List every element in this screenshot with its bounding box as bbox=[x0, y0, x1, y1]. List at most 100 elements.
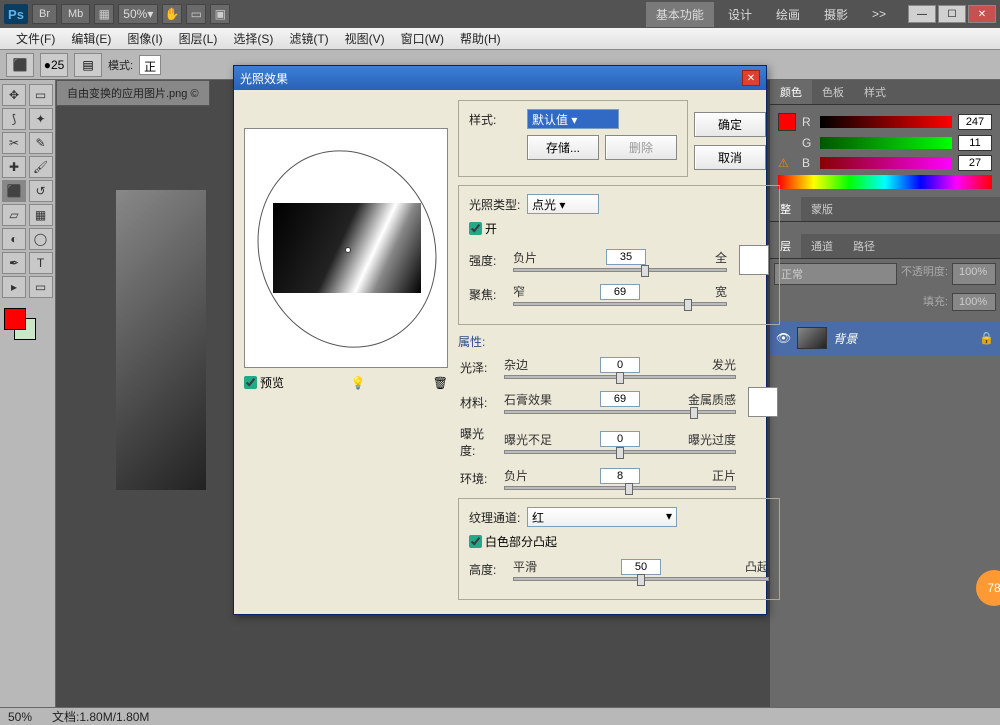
status-zoom[interactable]: 50% bbox=[8, 710, 32, 724]
path-select-tool[interactable]: ▸ bbox=[2, 276, 26, 298]
dodge-tool[interactable]: ◯ bbox=[29, 228, 53, 250]
dialog-titlebar[interactable]: 光照效果 ✕ bbox=[234, 66, 766, 90]
layer-thumbnail[interactable] bbox=[797, 327, 827, 349]
canvas[interactable] bbox=[116, 190, 206, 490]
r-slider[interactable] bbox=[820, 116, 952, 128]
menu-window[interactable]: 窗口(W) bbox=[393, 27, 452, 50]
g-slider[interactable] bbox=[820, 137, 952, 149]
move-tool[interactable]: ✥ bbox=[2, 84, 26, 106]
ambience-slider[interactable] bbox=[504, 486, 736, 490]
workspace-design[interactable]: 设计 bbox=[718, 2, 762, 27]
arrange-icon[interactable]: ▭ bbox=[186, 4, 206, 24]
light-bulb-icon[interactable]: 💡 bbox=[351, 376, 366, 390]
lasso-tool[interactable]: ⟆ bbox=[2, 108, 26, 130]
masks-tab[interactable]: 蒙版 bbox=[801, 197, 843, 221]
swatches-tab[interactable]: 色板 bbox=[812, 80, 854, 104]
color-ramp[interactable] bbox=[778, 175, 992, 189]
intensity-value[interactable] bbox=[606, 249, 646, 265]
dialog-close-button[interactable]: ✕ bbox=[742, 70, 760, 86]
pen-tool[interactable]: ✒ bbox=[2, 252, 26, 274]
view-extras-icon[interactable]: ▦ bbox=[94, 4, 114, 24]
stamp-tool[interactable]: ⬛ bbox=[2, 180, 26, 202]
style-select[interactable]: 默认值 ▾ bbox=[527, 109, 619, 129]
zoom-dropdown[interactable]: 50% ▾ bbox=[118, 4, 158, 24]
workspace-painting[interactable]: 绘画 bbox=[766, 2, 810, 27]
minimize-button[interactable]: — bbox=[908, 5, 936, 23]
opacity-value[interactable]: 100% bbox=[952, 263, 996, 285]
healing-tool[interactable]: ✚ bbox=[2, 156, 26, 178]
history-brush-tool[interactable]: ↺ bbox=[29, 180, 53, 202]
document-tab[interactable]: 自由变换的应用图片.png © bbox=[56, 80, 210, 106]
menu-layer[interactable]: 图层(L) bbox=[171, 27, 226, 50]
cancel-button[interactable]: 取消 bbox=[694, 145, 766, 170]
eyedropper-tool[interactable]: ✎ bbox=[29, 132, 53, 154]
foreground-color[interactable] bbox=[4, 308, 26, 330]
on-checkbox[interactable]: 开 bbox=[469, 220, 769, 237]
workspace-photography[interactable]: 摄影 bbox=[814, 2, 858, 27]
material-slider[interactable] bbox=[504, 410, 736, 414]
menu-image[interactable]: 图像(I) bbox=[119, 27, 170, 50]
crop-tool[interactable]: ✂ bbox=[2, 132, 26, 154]
height-slider[interactable] bbox=[513, 577, 769, 581]
screen-mode-icon[interactable]: ▣ bbox=[210, 4, 230, 24]
fill-value[interactable]: 100% bbox=[952, 293, 996, 311]
menu-filter[interactable]: 滤镜(T) bbox=[281, 27, 336, 50]
styles-tab[interactable]: 样式 bbox=[854, 80, 896, 104]
focus-value[interactable] bbox=[600, 284, 640, 300]
g-value[interactable]: 11 bbox=[958, 135, 992, 151]
mode-select[interactable]: 正 bbox=[139, 55, 161, 75]
light-color-swatch[interactable] bbox=[739, 245, 769, 275]
blend-mode-select[interactable]: 正常 bbox=[774, 263, 897, 285]
menu-select[interactable]: 选择(S) bbox=[225, 27, 281, 50]
menu-edit[interactable]: 编辑(E) bbox=[63, 27, 119, 50]
ambience-value[interactable] bbox=[600, 468, 640, 484]
maximize-button[interactable]: ☐ bbox=[938, 5, 966, 23]
save-button[interactable]: 存储... bbox=[527, 135, 599, 160]
menu-help[interactable]: 帮助(H) bbox=[452, 27, 509, 50]
fg-swatch[interactable] bbox=[778, 113, 796, 131]
color-swatches[interactable] bbox=[2, 306, 53, 342]
eraser-tool[interactable]: ▱ bbox=[2, 204, 26, 226]
current-tool-icon[interactable]: ⬛ bbox=[6, 53, 34, 77]
type-tool[interactable]: T bbox=[29, 252, 53, 274]
delete-button[interactable]: 删除 bbox=[605, 135, 677, 160]
focus-slider[interactable] bbox=[513, 302, 727, 306]
bridge-button[interactable]: Br bbox=[32, 4, 57, 24]
ok-button[interactable]: 确定 bbox=[694, 112, 766, 137]
gloss-slider[interactable] bbox=[504, 375, 736, 379]
shape-tool[interactable]: ▭ bbox=[29, 276, 53, 298]
trash-icon[interactable]: 🗑 bbox=[433, 376, 448, 390]
channels-tab[interactable]: 通道 bbox=[801, 234, 843, 258]
marquee-tool[interactable]: ▭ bbox=[29, 84, 53, 106]
material-value[interactable] bbox=[600, 391, 640, 407]
gradient-tool[interactable]: ▦ bbox=[29, 204, 53, 226]
menu-view[interactable]: 视图(V) bbox=[337, 27, 393, 50]
brush-panel-icon[interactable]: ▤ bbox=[74, 53, 102, 77]
preview-checkbox[interactable]: 预览 bbox=[244, 374, 284, 391]
light-type-select[interactable]: 点光 ▾ bbox=[527, 194, 599, 214]
workspace-essentials[interactable]: 基本功能 bbox=[646, 2, 714, 27]
minibridge-button[interactable]: Mb bbox=[61, 4, 90, 24]
hand-icon[interactable]: ✋ bbox=[162, 4, 182, 24]
preview-box[interactable] bbox=[244, 128, 448, 368]
intensity-slider[interactable] bbox=[513, 268, 727, 272]
menu-file[interactable]: 文件(F) bbox=[8, 27, 63, 50]
b-slider[interactable] bbox=[820, 157, 952, 169]
paths-tab[interactable]: 路径 bbox=[843, 234, 885, 258]
ambient-color-swatch[interactable] bbox=[748, 387, 778, 417]
workspace-more[interactable]: >> bbox=[862, 3, 896, 25]
b-value[interactable]: 27 bbox=[958, 155, 992, 171]
exposure-value[interactable] bbox=[600, 431, 640, 447]
close-button[interactable]: ✕ bbox=[968, 5, 996, 23]
white-high-checkbox[interactable]: 白色部分凸起 bbox=[469, 533, 769, 550]
exposure-slider[interactable] bbox=[504, 450, 736, 454]
layer-background[interactable]: 👁 背景 🔒 bbox=[770, 321, 1000, 355]
gloss-value[interactable] bbox=[600, 357, 640, 373]
magic-wand-tool[interactable]: ✦ bbox=[29, 108, 53, 130]
r-value[interactable]: 247 bbox=[958, 114, 992, 130]
blur-tool[interactable]: ◐ bbox=[2, 228, 26, 250]
brush-preset[interactable]: ●25 bbox=[40, 53, 68, 77]
texture-channel-select[interactable]: 红▾ bbox=[527, 507, 677, 527]
brush-tool[interactable]: 🖌 bbox=[29, 156, 53, 178]
height-value[interactable] bbox=[621, 559, 661, 575]
